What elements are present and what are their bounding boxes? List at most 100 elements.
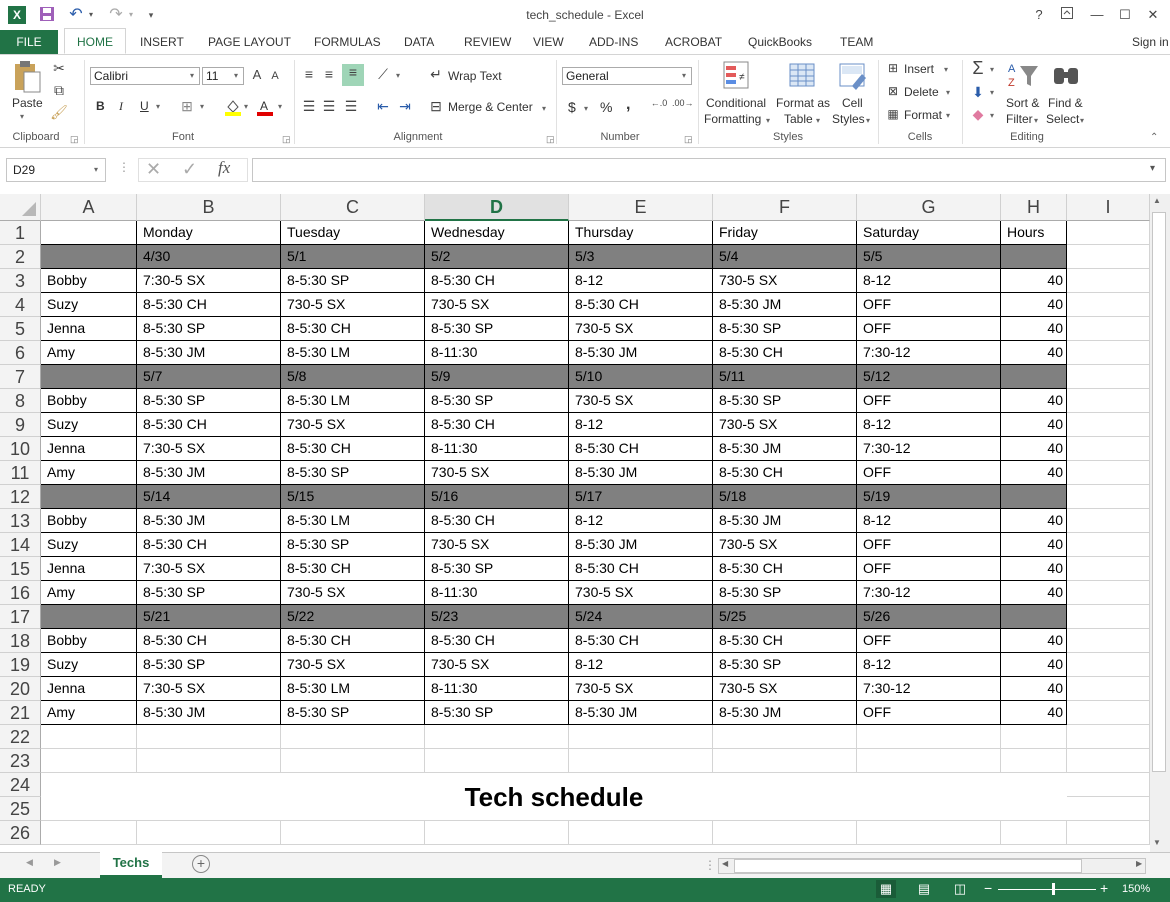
shift-cell[interactable]: 8-5:30 CH <box>569 629 713 653</box>
tech-name-cell[interactable]: Amy <box>41 461 137 485</box>
row-header-3[interactable]: 3 <box>0 269 41 293</box>
day-header-cell[interactable]: Friday <box>713 221 857 245</box>
number-format-select[interactable]: General <box>562 67 692 85</box>
shift-cell[interactable]: 8-5:30 LM <box>281 509 425 533</box>
delete-dropdown-icon[interactable]: ▾ <box>946 88 950 97</box>
cell[interactable] <box>857 821 1001 845</box>
shift-cell[interactable]: 8-12 <box>569 413 713 437</box>
date-cell[interactable]: 5/26 <box>857 605 1001 629</box>
cell[interactable] <box>1067 557 1150 581</box>
shift-cell[interactable]: 8-12 <box>569 509 713 533</box>
shift-cell[interactable]: 7:30-12 <box>857 437 1001 461</box>
wrap-text-icon[interactable]: ↵ <box>428 66 444 83</box>
collapse-ribbon-icon[interactable]: ⌃ <box>1150 132 1158 143</box>
shift-cell[interactable]: 8-5:30 SP <box>425 557 569 581</box>
underline-dropdown-icon[interactable]: ▾ <box>156 102 160 111</box>
shift-cell[interactable]: 730-5 SX <box>281 413 425 437</box>
cell[interactable] <box>1001 821 1067 845</box>
shift-cell[interactable]: 8-5:30 SP <box>281 701 425 725</box>
shift-cell[interactable]: 730-5 SX <box>713 269 857 293</box>
shift-cell[interactable]: 8-5:30 SP <box>425 701 569 725</box>
row-header-11[interactable]: 11 <box>0 461 41 485</box>
day-header-cell[interactable]: Wednesday <box>425 221 569 245</box>
hours-cell[interactable]: 40 <box>1001 269 1067 293</box>
row-header-15[interactable]: 15 <box>0 557 41 581</box>
shift-cell[interactable]: 8-5:30 CH <box>281 629 425 653</box>
shift-cell[interactable]: 8-5:30 CH <box>425 413 569 437</box>
name-box[interactable]: D29 <box>6 158 106 182</box>
hours-cell[interactable]: 40 <box>1001 629 1067 653</box>
cancel-entry-icon[interactable]: ✕ <box>146 159 161 180</box>
cell[interactable] <box>1067 677 1150 701</box>
shift-cell[interactable]: 8-5:30 SP <box>713 317 857 341</box>
hours-cell[interactable]: 40 <box>1001 653 1067 677</box>
shift-cell[interactable]: 7:30-5 SX <box>137 557 281 581</box>
horizontal-scroll-thumb[interactable] <box>734 859 1082 873</box>
tech-name-cell[interactable]: Jenna <box>41 437 137 461</box>
shift-cell[interactable]: 8-12 <box>569 653 713 677</box>
zoom-slider[interactable] <box>998 889 1096 890</box>
alignment-launcher-icon[interactable]: ◲ <box>546 134 555 145</box>
cell[interactable] <box>281 749 425 773</box>
date-band-cell[interactable] <box>1001 365 1067 389</box>
shift-cell[interactable]: 730-5 SX <box>425 533 569 557</box>
copy-icon[interactable]: ⧉ <box>50 82 68 99</box>
shift-cell[interactable]: 8-11:30 <box>425 437 569 461</box>
expand-formula-bar-icon[interactable]: ▾ <box>1150 163 1155 174</box>
shift-cell[interactable]: 8-5:30 CH <box>281 557 425 581</box>
row-header-17[interactable]: 17 <box>0 605 41 629</box>
date-band-cell[interactable] <box>1001 485 1067 509</box>
delete-cells-icon[interactable]: ⊠ <box>884 84 902 98</box>
format-as-table-label[interactable]: Format as <box>776 96 830 110</box>
confirm-entry-icon[interactable]: ✓ <box>182 159 197 180</box>
comma-button[interactable]: , <box>626 96 630 114</box>
shift-cell[interactable]: 730-5 SX <box>425 653 569 677</box>
shift-cell[interactable]: 8-5:30 CH <box>713 629 857 653</box>
shift-cell[interactable]: 730-5 SX <box>569 317 713 341</box>
shift-cell[interactable]: 8-5:30 SP <box>137 389 281 413</box>
shift-cell[interactable]: OFF <box>857 461 1001 485</box>
cell[interactable] <box>1067 701 1150 725</box>
cell[interactable] <box>1067 605 1150 629</box>
shift-cell[interactable]: OFF <box>857 317 1001 341</box>
shift-cell[interactable]: 8-5:30 JM <box>569 701 713 725</box>
shift-cell[interactable]: OFF <box>857 533 1001 557</box>
hours-cell[interactable]: 40 <box>1001 293 1067 317</box>
cell-styles-label[interactable]: Cell <box>842 96 863 110</box>
find-select-label-2[interactable]: Select <box>1046 112 1079 126</box>
format-as-table-label-2[interactable]: Table <box>784 112 813 126</box>
cell[interactable] <box>1067 749 1150 773</box>
paste-dropdown-icon[interactable]: ▾ <box>20 112 24 121</box>
hours-cell[interactable]: 40 <box>1001 677 1067 701</box>
cell[interactable] <box>41 821 137 845</box>
cell[interactable] <box>1067 821 1150 845</box>
cell[interactable] <box>1067 725 1150 749</box>
date-cell[interactable]: 5/11 <box>713 365 857 389</box>
next-sheet-icon[interactable]: ▶ <box>54 857 61 868</box>
shift-cell[interactable]: 8-12 <box>857 269 1001 293</box>
autosum-dropdown-icon[interactable]: ▾ <box>990 65 994 74</box>
shift-cell[interactable]: 7:30-5 SX <box>137 677 281 701</box>
date-cell[interactable]: 5/19 <box>857 485 1001 509</box>
conditional-formatting-label[interactable]: Conditional <box>706 96 766 110</box>
day-header-cell[interactable]: Saturday <box>857 221 1001 245</box>
shift-cell[interactable]: 8-5:30 CH <box>137 533 281 557</box>
find-select-dropdown-icon[interactable]: ▾ <box>1080 116 1084 125</box>
shift-cell[interactable]: 7:30-12 <box>857 341 1001 365</box>
cell[interactable] <box>41 749 137 773</box>
hours-cell[interactable]: 40 <box>1001 413 1067 437</box>
format-painter-icon[interactable]: 🖌 <box>50 104 68 121</box>
fill-color-dropdown-icon[interactable]: ▾ <box>244 102 248 111</box>
tech-name-cell[interactable]: Jenna <box>41 557 137 581</box>
shift-cell[interactable]: 8-5:30 SP <box>281 269 425 293</box>
tech-name-cell[interactable]: Bobby <box>41 629 137 653</box>
hours-cell[interactable]: 40 <box>1001 341 1067 365</box>
shift-cell[interactable]: 8-5:30 CH <box>569 557 713 581</box>
tab-add-ins[interactable]: ADD-INS <box>589 30 638 54</box>
tech-name-cell[interactable]: Suzy <box>41 413 137 437</box>
shift-cell[interactable]: 7:30-5 SX <box>137 269 281 293</box>
hours-cell[interactable]: 40 <box>1001 581 1067 605</box>
clear-dropdown-icon[interactable]: ▾ <box>990 111 994 120</box>
date-cell[interactable]: 4/30 <box>137 245 281 269</box>
font-launcher-icon[interactable]: ◲ <box>282 134 291 145</box>
